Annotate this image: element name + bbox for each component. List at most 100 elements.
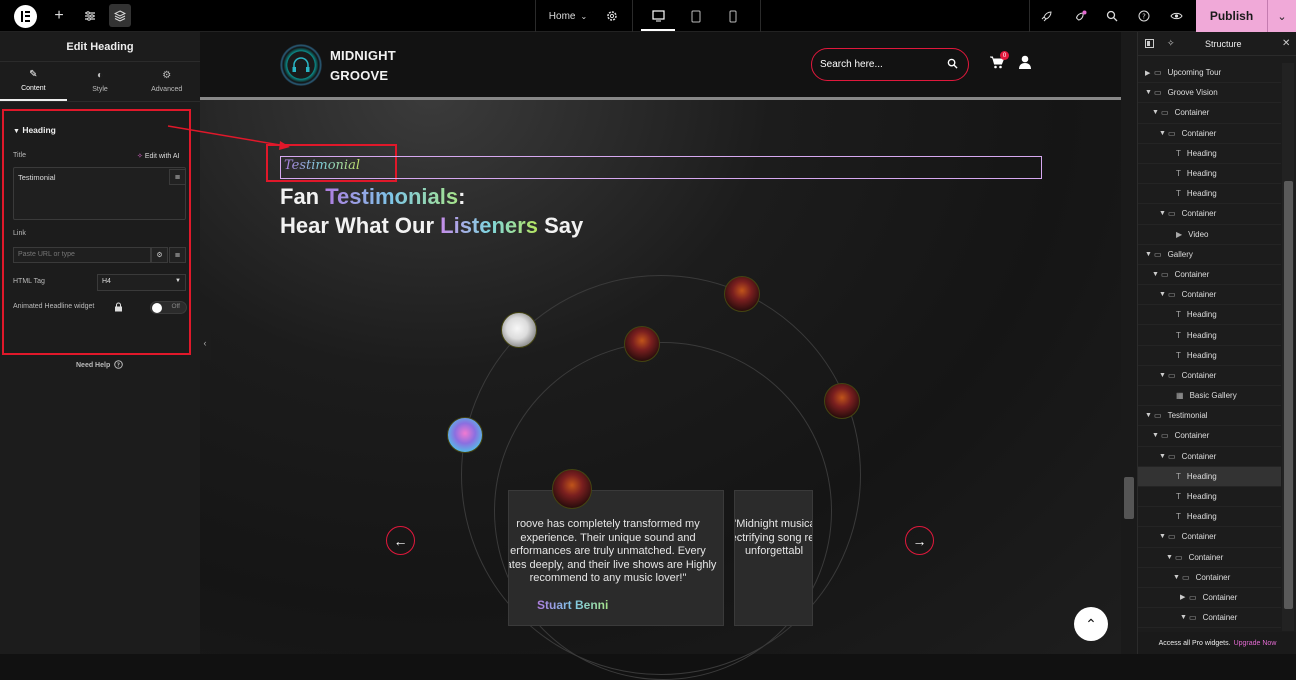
mobile-view-icon[interactable] bbox=[724, 0, 742, 32]
dynamic-tags-icon[interactable]: ≣ bbox=[169, 169, 186, 185]
user-account-icon[interactable] bbox=[1019, 55, 1031, 72]
link-dynamic-tags-icon[interactable]: ≣ bbox=[169, 247, 186, 263]
scroll-to-top-chevron-icon[interactable]: ⌃ bbox=[1074, 607, 1108, 641]
desktop-view-icon[interactable] bbox=[645, 0, 671, 32]
caret-down-icon[interactable]: ▼ bbox=[1159, 130, 1168, 137]
page-selector[interactable]: Home ⌄ bbox=[547, 0, 589, 32]
structure-scrollbar[interactable] bbox=[1282, 63, 1294, 631]
fan-avatar[interactable] bbox=[724, 276, 760, 312]
section-heading-line-1[interactable]: Fan Testimonials: bbox=[280, 184, 465, 210]
caret-down-icon[interactable]: ▼ bbox=[1145, 251, 1154, 258]
rocket-icon[interactable] bbox=[1038, 0, 1056, 32]
structure-node[interactable]: T Heading bbox=[1138, 325, 1281, 346]
fan-avatar[interactable] bbox=[447, 417, 483, 453]
canvas-scrollbar[interactable] bbox=[1121, 32, 1137, 654]
animated-headline-toggle[interactable]: Off bbox=[150, 301, 187, 314]
caret-down-icon[interactable]: ▼ bbox=[1166, 554, 1175, 561]
publish-button[interactable]: Publish bbox=[1196, 0, 1267, 32]
edit-with-ai-button[interactable]: ✧ Edit with AI bbox=[137, 152, 179, 160]
structure-node[interactable]: ▦ Basic Gallery bbox=[1138, 386, 1281, 407]
need-help-link[interactable]: Need Help ? bbox=[76, 360, 124, 371]
structure-node[interactable]: ▼ ▭ Container bbox=[1138, 265, 1281, 286]
carousel-next-arrow-icon[interactable]: → bbox=[905, 526, 934, 555]
caret-down-icon[interactable]: ▼ bbox=[1145, 89, 1154, 96]
ai-notifications-icon[interactable] bbox=[1071, 0, 1089, 32]
structure-node[interactable]: ▼ ▭ Container bbox=[1138, 568, 1281, 588]
structure-node[interactable]: ▼ ▭ Container bbox=[1138, 426, 1281, 447]
structure-node[interactable]: ▶ Video bbox=[1138, 225, 1281, 245]
selected-widget-outline[interactable] bbox=[280, 156, 1042, 179]
section-heading-line-2[interactable]: Hear What Our Listeners Say bbox=[280, 213, 583, 239]
structure-node[interactable]: T Heading bbox=[1138, 144, 1281, 164]
structure-node[interactable]: T Heading bbox=[1138, 507, 1281, 528]
structure-node[interactable]: ▶ ▭ Upcoming Tour bbox=[1138, 63, 1281, 84]
structure-node[interactable]: ▼ ▭ Container bbox=[1138, 548, 1281, 568]
caret-down-icon[interactable]: ▼ bbox=[1159, 453, 1168, 460]
structure-node[interactable]: ▼ ▭ Container bbox=[1138, 204, 1281, 225]
fan-avatar[interactable] bbox=[624, 326, 660, 362]
caret-down-icon[interactable]: ▼ bbox=[1159, 372, 1168, 379]
structure-layers-icon[interactable] bbox=[109, 4, 131, 27]
site-search-input[interactable]: Search here... bbox=[811, 48, 969, 81]
caret-down-icon[interactable]: ▼ bbox=[1145, 412, 1154, 419]
close-icon[interactable]: ✕ bbox=[1282, 38, 1290, 49]
canvas-scroll-thumb[interactable] bbox=[1124, 477, 1134, 519]
panel-layout-icon[interactable] bbox=[1145, 39, 1154, 51]
structure-node[interactable]: ▶ ▭ Container bbox=[1138, 588, 1281, 609]
structure-node[interactable]: ▼ ▭ Container bbox=[1138, 447, 1281, 467]
structure-scroll-thumb[interactable] bbox=[1284, 181, 1293, 609]
caret-down-icon[interactable]: ▼ bbox=[1152, 432, 1161, 439]
structure-node[interactable]: ▼ ▭ Gallery bbox=[1138, 245, 1281, 265]
caret-down-icon[interactable]: ▼ bbox=[1159, 210, 1168, 217]
caret-down-icon[interactable]: ▼ bbox=[1159, 533, 1168, 540]
add-element-icon[interactable]: + bbox=[50, 0, 68, 32]
html-tag-select[interactable]: H4 ▼ bbox=[97, 274, 186, 291]
structure-node[interactable]: T Heading bbox=[1138, 184, 1281, 205]
help-icon[interactable]: ? bbox=[1135, 0, 1153, 32]
structure-node[interactable]: ▼ ▭ Container bbox=[1138, 285, 1281, 306]
tab-advanced[interactable]: ⚙ Advanced bbox=[133, 62, 200, 101]
caret-down-icon[interactable]: ▼ bbox=[1173, 574, 1182, 581]
caret-down-icon[interactable]: ▼ bbox=[1152, 271, 1161, 278]
structure-node[interactable]: T Heading bbox=[1138, 487, 1281, 508]
structure-node[interactable]: T Heading bbox=[1138, 164, 1281, 185]
structure-node[interactable]: ▼ ▭ Groove Vision bbox=[1138, 83, 1281, 104]
ai-sparkle-icon[interactable]: ✧ bbox=[1167, 38, 1175, 49]
preview-eye-icon[interactable] bbox=[1166, 0, 1186, 32]
structure-node[interactable]: T Heading bbox=[1138, 346, 1281, 366]
structure-node[interactable]: ▼ ▭ Container bbox=[1138, 124, 1281, 144]
fan-avatar[interactable] bbox=[501, 312, 537, 348]
testimonial-eyebrow-heading[interactable]: Testimonial bbox=[284, 158, 360, 173]
active-fan-avatar[interactable] bbox=[552, 469, 592, 509]
publish-options-chevron-icon[interactable]: ⌄ bbox=[1267, 0, 1296, 32]
caret-down-icon[interactable]: ▼ bbox=[1152, 109, 1161, 116]
elementor-logo-icon[interactable] bbox=[14, 5, 37, 28]
caret-right-icon[interactable]: ▶ bbox=[1145, 69, 1154, 77]
site-brand[interactable]: MIDNIGHT GROOVE bbox=[330, 46, 396, 86]
search-icon[interactable] bbox=[1103, 0, 1121, 32]
tab-style[interactable]: ◐ Style bbox=[67, 62, 134, 101]
link-options-gear-icon[interactable]: ⚙ bbox=[151, 247, 168, 263]
carousel-prev-arrow-icon[interactable]: ← bbox=[386, 526, 415, 555]
page-settings-gear-icon[interactable] bbox=[603, 0, 621, 32]
structure-node[interactable]: ▼ ▭ Container bbox=[1138, 366, 1281, 386]
structure-node[interactable]: ▼ ▭ Container bbox=[1138, 103, 1281, 124]
structure-node[interactable]: T Heading bbox=[1138, 466, 1281, 487]
tab-content[interactable]: ✎ Content bbox=[0, 62, 67, 101]
structure-node[interactable]: ▼ ▭ Container bbox=[1138, 608, 1281, 629]
collapse-panel-chevron-icon[interactable]: ‹ bbox=[199, 326, 211, 360]
tablet-view-icon[interactable] bbox=[686, 0, 706, 32]
site-settings-icon[interactable] bbox=[80, 0, 100, 32]
link-input[interactable]: Paste URL or type bbox=[13, 247, 151, 263]
caret-down-icon[interactable]: ▼ bbox=[1159, 291, 1168, 298]
section-heading-toggle[interactable]: ▼ Heading bbox=[13, 125, 56, 135]
structure-node[interactable]: ▼ ▭ Container bbox=[1138, 527, 1281, 548]
structure-node[interactable]: ▼ ▭ Testimonial bbox=[1138, 406, 1281, 427]
caret-down-icon[interactable]: ▼ bbox=[1180, 614, 1189, 621]
caret-right-icon[interactable]: ▶ bbox=[1180, 593, 1189, 601]
site-search-icon[interactable] bbox=[947, 58, 958, 72]
fan-avatar[interactable] bbox=[824, 383, 860, 419]
structure-node[interactable]: T Heading bbox=[1138, 305, 1281, 326]
title-textarea[interactable]: Testimonial bbox=[13, 167, 186, 220]
upgrade-now-link[interactable]: Upgrade Now bbox=[1234, 640, 1277, 647]
